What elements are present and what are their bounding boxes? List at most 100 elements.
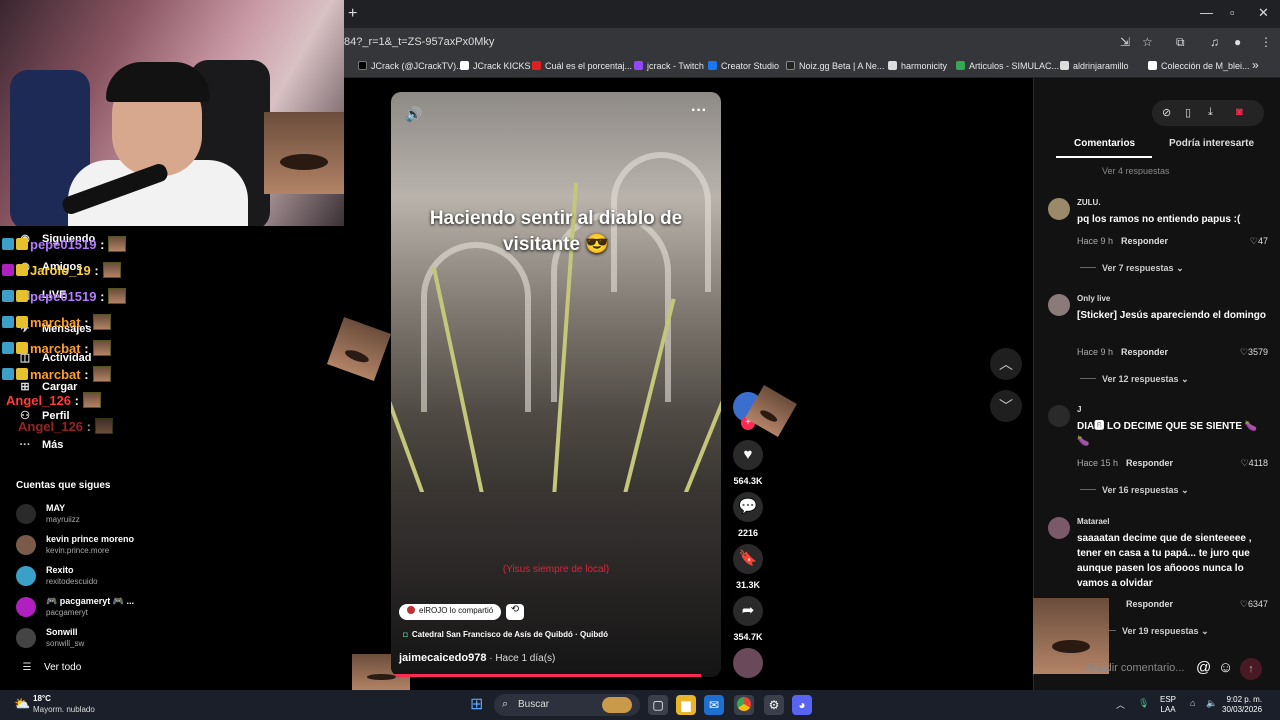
- restore-icon[interactable]: ▫: [1230, 5, 1235, 20]
- reply-button[interactable]: Responder: [1126, 458, 1173, 468]
- more-options-icon[interactable]: ···: [691, 102, 707, 120]
- windows-start-icon[interactable]: ⊞: [470, 697, 486, 713]
- chevron-down-icon: ﹀: [999, 398, 1013, 414]
- bookmark-item[interactable]: Creator Studio: [708, 61, 779, 71]
- install-icon[interactable]: ⇲: [1120, 35, 1130, 49]
- bookmark-item[interactable]: aldrinjaramillo: [1060, 61, 1129, 71]
- avatar[interactable]: [1048, 405, 1070, 427]
- url-text[interactable]: 84?_r=1&_t=ZS-957axPx0Mky: [344, 36, 494, 48]
- view-replies-button[interactable]: Ver 16 respuestas ⌄: [1080, 485, 1189, 496]
- reply-button[interactable]: Responder: [1126, 599, 1173, 609]
- heart-icon: ♥: [733, 440, 763, 470]
- following-account[interactable]: 🎮 pacgameryt 🎮 ... pacgameryt: [16, 595, 146, 621]
- avatar[interactable]: [1048, 517, 1070, 539]
- like-button[interactable]: ♥ 564.3K: [732, 440, 764, 486]
- tray-chevron-icon[interactable]: ︿: [1116, 698, 1125, 711]
- discord-icon[interactable]: ◕: [792, 695, 812, 715]
- mention-icon[interactable]: @: [1196, 659, 1211, 676]
- emoji-icon[interactable]: ☺: [1218, 659, 1233, 676]
- menu-dots-icon[interactable]: ⋮: [1260, 35, 1272, 49]
- address-bar[interactable]: 84?_r=1&_t=ZS-957axPx0Mky ⇲ ☆ ⧉ ♫ ● ⋮: [344, 28, 1280, 56]
- bookmark-item[interactable]: Noiz.gg Beta | A Ne...: [786, 61, 884, 71]
- send-comment-button[interactable]: ↑: [1240, 658, 1262, 680]
- repost-icon[interactable]: ⟲: [506, 604, 524, 620]
- comment-like[interactable]: ♡4118: [1241, 458, 1268, 469]
- new-tab-button[interactable]: +: [348, 5, 357, 23]
- chrome-icon[interactable]: [734, 695, 754, 715]
- taskbar-search[interactable]: ⌕ Buscar: [494, 694, 640, 716]
- panel-toolbar: ⊘ ▯ ⤓ ◙: [1152, 100, 1264, 126]
- view-replies-partial[interactable]: Ver 4 respuestas: [1102, 166, 1170, 175]
- add-comment-input[interactable]: Añadir comentario... @ ☺: [1078, 658, 1238, 680]
- view-replies-button[interactable]: Ver 19 respuestas ⌄: [1100, 626, 1209, 637]
- bookmark-item[interactable]: jcrack - Twitch: [634, 61, 704, 71]
- bookmark-item[interactable]: Cuál es el porcentaj...: [532, 61, 632, 71]
- comment-like[interactable]: ♡47: [1250, 236, 1268, 247]
- comment-like[interactable]: ♡6347: [1240, 599, 1268, 610]
- tab-recommended[interactable]: Podría interesarte: [1169, 138, 1254, 149]
- previous-video-button[interactable]: ︿: [990, 348, 1022, 380]
- bookmark-item[interactable]: Colección de M_blei...: [1148, 61, 1250, 71]
- reply-button[interactable]: Responder: [1121, 236, 1168, 246]
- task-view-icon[interactable]: ▢: [648, 695, 668, 715]
- compass-icon[interactable]: ⊘: [1162, 106, 1171, 119]
- minimize-icon[interactable]: —: [1200, 5, 1213, 20]
- bookmarks-more-button[interactable]: »: [1252, 58, 1259, 72]
- view-replies-button[interactable]: Ver 12 respuestas ⌄: [1080, 374, 1189, 385]
- tiktok-icon: [460, 61, 469, 70]
- see-all-link[interactable]: ☰ Ver todo: [20, 662, 82, 673]
- download-icon[interactable]: ⤓: [1208, 106, 1213, 119]
- comment-button[interactable]: 💬 2216: [732, 492, 764, 538]
- media-icon[interactable]: ♫: [1210, 35, 1219, 49]
- sub-badge-icon: [2, 238, 14, 250]
- emote-icon: [108, 236, 127, 252]
- bookmark-star-icon[interactable]: ☆: [1142, 35, 1153, 49]
- close-window-icon[interactable]: ✕: [1258, 5, 1269, 21]
- facebook-icon: [708, 61, 717, 70]
- following-account[interactable]: MAY mayruiizz: [16, 502, 146, 528]
- tab-comments[interactable]: Comentarios: [1074, 138, 1135, 149]
- comment-like[interactable]: ♡3579: [1240, 347, 1268, 358]
- extensions-icon[interactable]: ⧉: [1176, 35, 1185, 50]
- share-button[interactable]: ➦ 354.7K: [732, 596, 764, 642]
- phone-icon[interactable]: ▯: [1185, 106, 1191, 119]
- next-video-button[interactable]: ﹀: [990, 390, 1022, 422]
- profile-icon[interactable]: ●: [1234, 35, 1241, 49]
- avatar[interactable]: [1048, 198, 1070, 220]
- volume-tray-icon[interactable]: 🔈: [1206, 698, 1217, 709]
- sound-disc[interactable]: [732, 648, 764, 678]
- video-progress-bar[interactable]: [391, 674, 702, 677]
- bookmark-item[interactable]: Articulos - SIMULAC...: [956, 61, 1059, 71]
- bookmark-item[interactable]: JCrack KICKS: [460, 61, 531, 71]
- system-clock[interactable]: 9:02 p. m. 30/03/2026: [1222, 695, 1262, 715]
- weather-widget[interactable]: ⛅ 18°C Mayorm. nublado: [14, 694, 95, 714]
- shared-by-chip[interactable]: elROJO lo compartió: [399, 604, 502, 620]
- network-icon[interactable]: ⌂: [1190, 698, 1195, 708]
- video-player[interactable]: 🔊 ··· Haciendo sentir al diablo de visit…: [391, 92, 721, 677]
- avatar[interactable]: [1048, 294, 1070, 316]
- nav-more[interactable]: ··· Más: [18, 439, 64, 451]
- location-tag[interactable]: ◘ Catedral San Francisco de Asís de Quibd…: [403, 630, 608, 639]
- reply-button[interactable]: Responder: [1121, 347, 1168, 357]
- following-account[interactable]: Rexito rexitodescuido: [16, 564, 146, 590]
- video-author[interactable]: jaimecaicedo978 · Hace 1 día(s): [399, 652, 555, 664]
- avatar: [16, 535, 36, 555]
- following-account[interactable]: Sonwill sonwill_sw: [16, 626, 146, 652]
- mail-icon[interactable]: ✉: [704, 695, 724, 715]
- bookmarks-bar: JCrack (@JCrackTV)... JCrack KICKS Cuál …: [344, 56, 1280, 78]
- mic-tray-icon[interactable]: 🎙: [1138, 698, 1149, 709]
- emote-badge-icon: [16, 238, 28, 250]
- noiz-icon: [786, 61, 795, 70]
- user-logo-icon[interactable]: ◙: [1236, 106, 1243, 118]
- volume-icon[interactable]: 🔊: [405, 106, 422, 123]
- bookmark-item[interactable]: JCrack (@JCrackTV)...: [358, 61, 464, 71]
- language-indicator[interactable]: ESP LAA: [1160, 695, 1176, 715]
- avatar: [16, 628, 36, 648]
- save-button[interactable]: 🔖 31.3K: [732, 544, 764, 590]
- steam-icon[interactable]: ⚙: [764, 695, 784, 715]
- bookmark-item[interactable]: harmonicity: [888, 61, 947, 71]
- following-account[interactable]: kevin prince moreno kevin.prince.more: [16, 533, 146, 559]
- x-icon: [358, 61, 367, 70]
- file-explorer-icon[interactable]: ▆: [676, 695, 696, 715]
- view-replies-button[interactable]: Ver 7 respuestas ⌄: [1080, 263, 1184, 274]
